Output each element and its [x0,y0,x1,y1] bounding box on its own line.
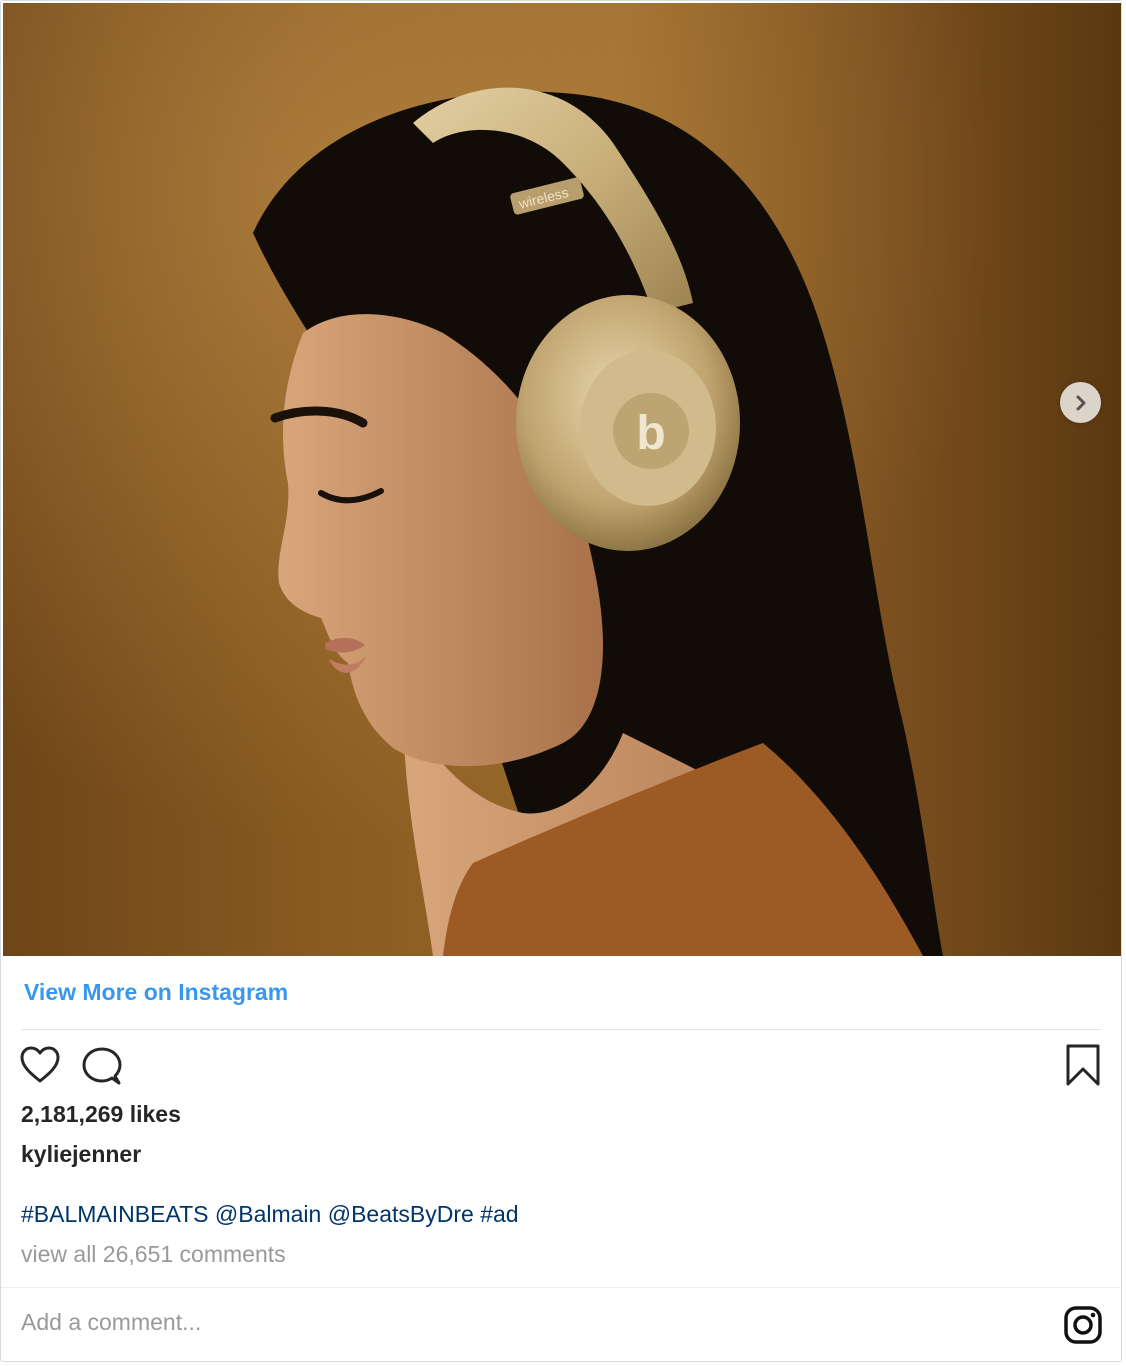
comment-button[interactable] [81,1045,123,1092]
hashtag-link[interactable]: #ad [480,1201,518,1227]
footer-divider [1,1287,1121,1288]
mention-link[interactable]: @Balmain [215,1201,321,1227]
heart-icon [20,1046,60,1083]
next-image-button[interactable] [1060,382,1101,423]
view-more-link[interactable]: View More on Instagram [24,979,288,1006]
add-comment-input[interactable]: Add a comment... [21,1309,201,1336]
hashtag-link[interactable]: #BALMAINBEATS [21,1201,208,1227]
bookmark-icon [1066,1044,1100,1086]
comment-bubble-icon [82,1047,122,1085]
username-link[interactable]: kyliejenner [21,1141,141,1168]
post-image[interactable]: wireless b [3,3,1121,956]
likes-count: 2,181,269 likes [21,1101,181,1127]
instagram-embed: wireless b View More on Instagram 2,181,… [0,0,1122,1362]
post-photo: wireless b [253,87,943,956]
chevron-right-icon [1076,395,1085,410]
like-button[interactable] [19,1045,61,1090]
instagram-logo-button[interactable] [1063,1305,1103,1350]
mention-link[interactable]: @BeatsByDre [328,1201,474,1227]
view-all-comments-link[interactable]: view all 26,651 comments [21,1241,286,1268]
post-caption: #BALMAINBEATS @Balmain @BeatsByDre #ad [21,1201,519,1228]
save-button[interactable] [1065,1043,1101,1092]
instagram-icon [1064,1306,1102,1344]
beats-logo: b [636,407,665,460]
divider [21,1029,1101,1030]
